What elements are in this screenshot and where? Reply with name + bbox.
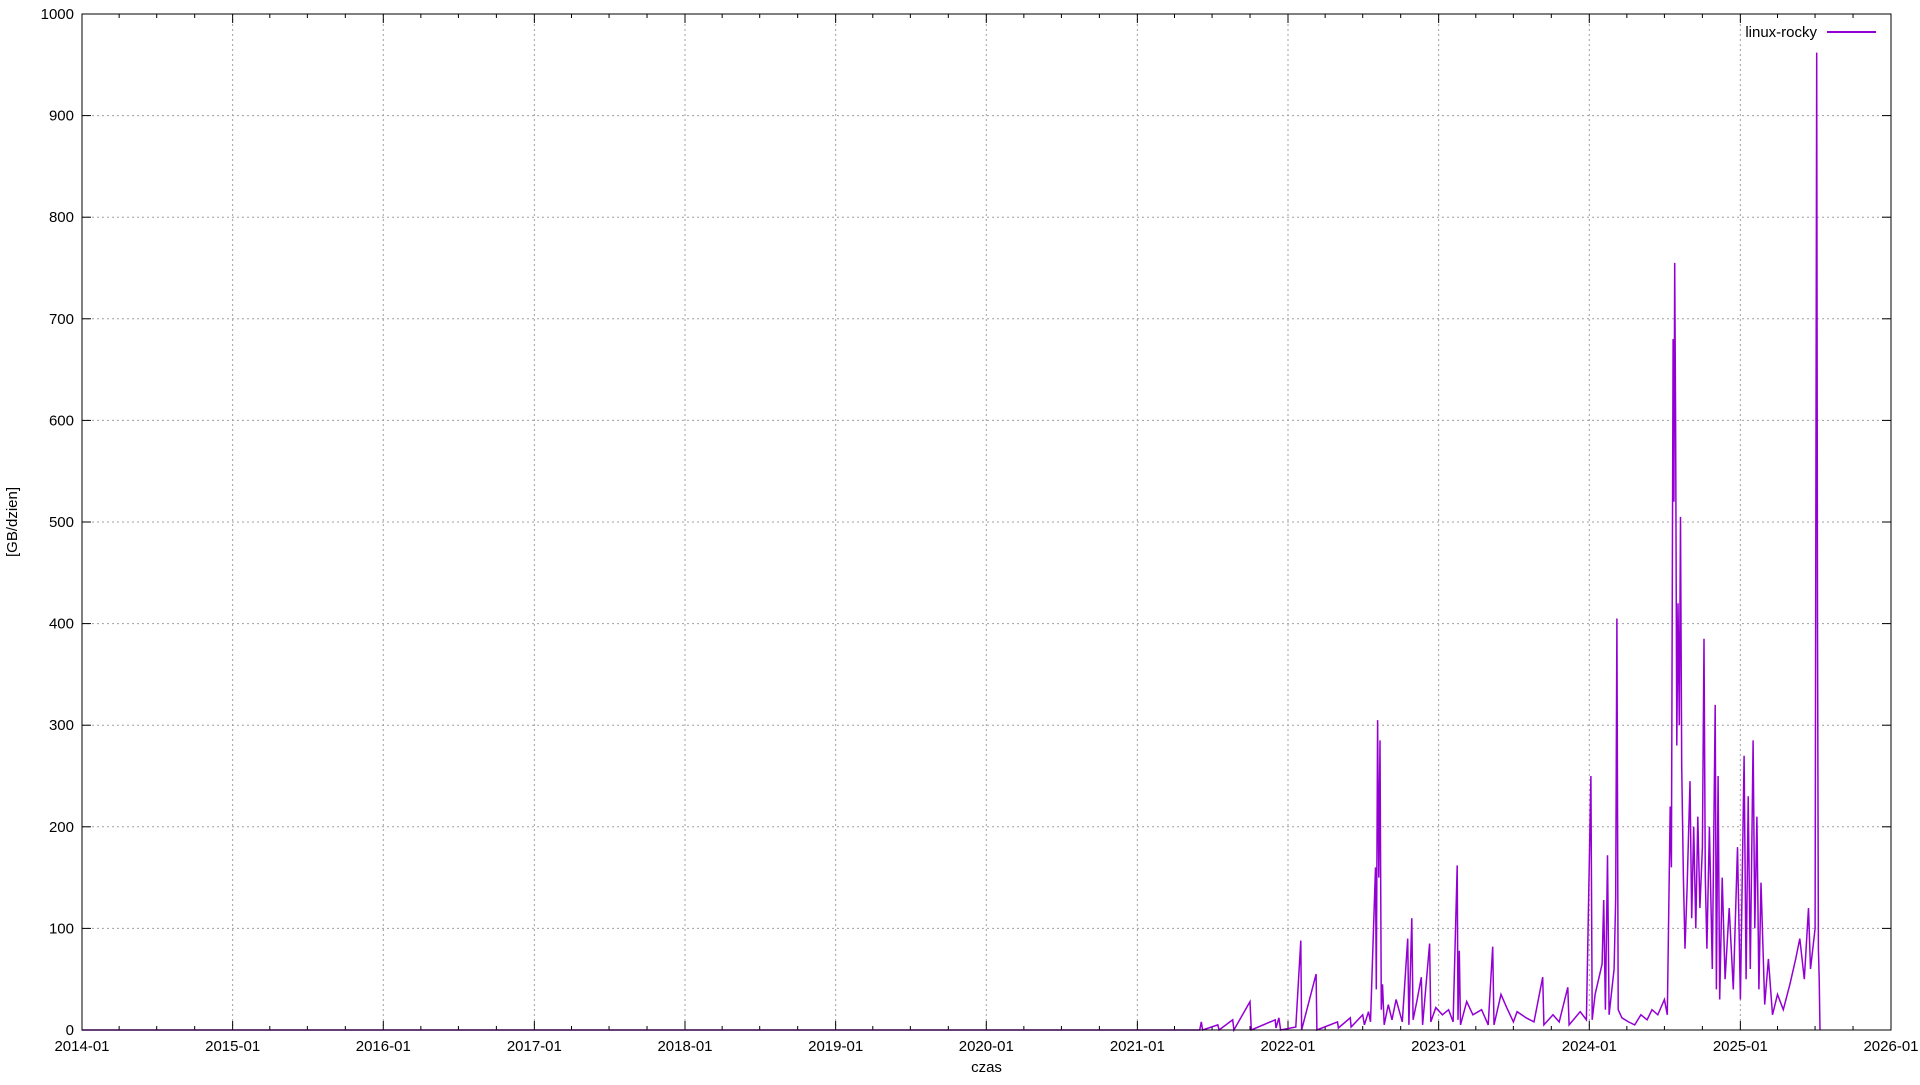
y-tick-label: 1000	[41, 6, 74, 23]
legend-label: linux-rocky	[1745, 24, 1817, 41]
y-tick-label: 200	[49, 819, 74, 836]
x-tick-label: 2022-01	[1260, 1038, 1315, 1055]
x-tick-label: 2014-01	[54, 1038, 109, 1055]
x-tick-label: 2023-01	[1411, 1038, 1466, 1055]
x-tick-label: 2018-01	[657, 1038, 712, 1055]
x-tick-label: 2019-01	[808, 1038, 863, 1055]
y-tick-label: 800	[49, 209, 74, 226]
x-tick-label: 2016-01	[356, 1038, 411, 1055]
x-tick-labels: 2014-01 2015-01 2016-01 2017-01 2018-01 2019-…	[54, 1038, 1918, 1055]
x-tick-label: 2020-01	[959, 1038, 1014, 1055]
x-tick-label: 2015-01	[205, 1038, 260, 1055]
legend: linux-rocky	[1745, 24, 1876, 41]
y-tick-label: 100	[49, 920, 74, 937]
x-axis-label: czas	[971, 1059, 1002, 1076]
y-tick-label: 500	[49, 514, 74, 531]
y-tick-label: 700	[49, 311, 74, 328]
x-tick-label: 2024-01	[1562, 1038, 1617, 1055]
y-tick-label: 400	[49, 616, 74, 633]
y-tick-labels: 0 100 200 300 400 500 600 700 800 900 1000	[41, 6, 74, 1039]
gridlines	[82, 14, 1891, 1030]
chart-container: 2014-01 2015-01 2016-01 2017-01 2018-01 2019-…	[0, 0, 1920, 1080]
line-chart: 2014-01 2015-01 2016-01 2017-01 2018-01 2019-…	[4, 6, 1919, 1076]
x-tick-label: 2017-01	[507, 1038, 562, 1055]
y-tick-label: 600	[49, 412, 74, 429]
y-axis-label: [GB/dzien]	[4, 487, 21, 557]
series-line-linux-rocky	[82, 52, 1821, 1033]
x-tick-label: 2025-01	[1713, 1038, 1768, 1055]
y-tick-label: 900	[49, 108, 74, 125]
x-tick-label: 2026-01	[1863, 1038, 1918, 1055]
y-tick-label: 300	[49, 717, 74, 734]
series-layer	[82, 52, 1821, 1033]
y-tick-label: 0	[66, 1022, 74, 1039]
x-tick-label: 2021-01	[1110, 1038, 1165, 1055]
